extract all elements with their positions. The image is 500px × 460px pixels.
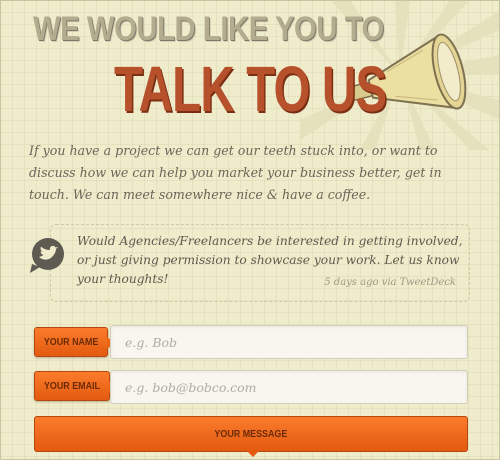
message-label[interactable]: YOUR MESSAGE: [34, 416, 468, 457]
twitter-bird-icon: [30, 238, 64, 273]
tweet-timestamp: 5 days ago via TweetDeck: [324, 277, 456, 288]
email-label-text: YOUR EMAIL: [43, 380, 101, 392]
headline-line-1: WE WOULD LIKE YOU TO: [33, 10, 384, 48]
intro-paragraph: If you have a project we can get our tee…: [29, 143, 442, 202]
name-label[interactable]: YOUR NAME: [34, 327, 115, 357]
email-label[interactable]: YOUR EMAIL: [34, 371, 117, 401]
email-input[interactable]: [110, 370, 468, 404]
name-input[interactable]: [110, 325, 468, 359]
message-label-text: YOUR MESSAGE: [214, 428, 288, 440]
name-label-text: YOUR NAME: [43, 336, 99, 348]
headline-line-2: TALK TO US: [114, 53, 387, 125]
